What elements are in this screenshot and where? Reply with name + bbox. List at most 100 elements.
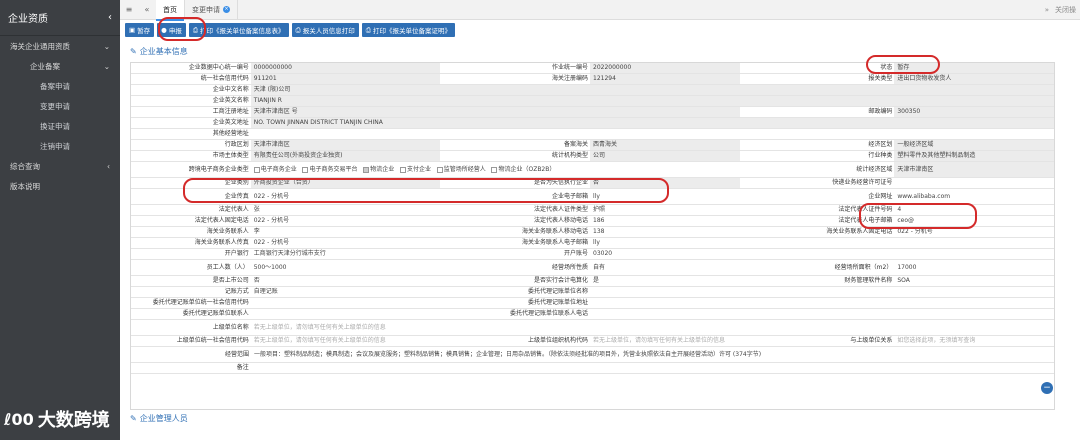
field-value[interactable]: 自理记账 — [251, 287, 441, 297]
field-placeholder[interactable]: 若无上级单位，请勿填写任何有关上级单位的信息 — [251, 320, 1054, 335]
field-value[interactable] — [251, 309, 441, 319]
field-label: 企业英文名称 — [212, 97, 249, 104]
sidebar-item-cancel-apply[interactable]: 注销申请 — [0, 136, 120, 156]
field-value[interactable]: 否 — [251, 276, 441, 286]
field-value[interactable]: lly — [590, 189, 740, 204]
field-value[interactable]: 03020 — [590, 249, 1054, 259]
field-value[interactable]: 022 - 分机号 — [251, 238, 441, 248]
print-filing-cert-button[interactable]: ⎙ 打印《报关单位备案证明》 — [361, 23, 455, 37]
back-icon[interactable]: « — [138, 5, 156, 14]
field-value[interactable]: SOA — [894, 276, 1054, 286]
field-value[interactable] — [251, 298, 441, 308]
tab-change-apply[interactable]: 变更申请 × — [185, 0, 238, 20]
field-value[interactable]: 天津市津南区 — [250, 140, 441, 150]
field-label: 法定代表人 — [218, 206, 249, 213]
print-personnel-button[interactable]: ⎙ 报关人员信息打印 — [291, 23, 359, 37]
field-value[interactable]: 300350 — [894, 107, 1054, 117]
field-value[interactable]: 138 — [590, 227, 740, 237]
close-tabs-label[interactable]: 关闭操 — [1055, 5, 1076, 15]
field-value[interactable]: 一般经济区域 — [894, 140, 1054, 150]
sidebar-item-version[interactable]: 版本说明 — [0, 176, 120, 196]
field-value[interactable]: 0000000000 — [250, 63, 441, 73]
field-value[interactable] — [251, 129, 1054, 139]
declare-button[interactable]: ● 申报 — [157, 23, 186, 37]
field-value[interactable]: 塑料零件及其他塑料制品制造 — [894, 151, 1054, 161]
field-value[interactable]: 2022000000 — [590, 63, 740, 73]
field-value[interactable]: 否 — [590, 178, 740, 188]
sidebar-item-renew-apply[interactable]: 换证申请 — [0, 116, 120, 136]
field-value[interactable]: 121294 — [590, 74, 740, 84]
field-value[interactable] — [590, 309, 1054, 319]
cbec-option[interactable]: 支付企业 — [399, 166, 431, 173]
sidebar-item-label: 海关企业通用资质 — [10, 41, 70, 51]
field-value[interactable]: 是 — [590, 276, 740, 286]
checkbox[interactable] — [302, 166, 309, 173]
cbec-option[interactable]: 电子商务企业 — [253, 166, 297, 173]
cbec-option[interactable]: 电子商务交易平台 — [302, 166, 358, 173]
collapse-icon[interactable]: − — [1041, 382, 1053, 394]
field-value[interactable]: 有限责任公司(外商投资企业独资) — [250, 151, 441, 161]
checkbox[interactable] — [399, 166, 406, 173]
form-row: 法定代表人固定电话 022 - 分机号 法定代表人移动电话 186 法定代表人电… — [131, 216, 1054, 227]
field-value[interactable]: NO. TOWN JINNAN DISTRICT TIANJIN CHINA — [250, 118, 1054, 128]
print-filing-info-button[interactable]: ⎙ 打印《报关单位备案信息表》 — [188, 23, 289, 37]
field-value[interactable]: 天津市津南区 — [894, 162, 1054, 177]
field-value[interactable]: 自有 — [590, 260, 740, 275]
field-value[interactable] — [590, 287, 1054, 297]
field-label: 市场主体类型 — [212, 152, 249, 159]
field-value[interactable]: 外商投资企业（合资） — [250, 178, 441, 188]
field-value[interactable]: 进出口货物收发货人 — [894, 74, 1054, 84]
field-value[interactable]: ceo@ — [894, 216, 1054, 226]
field-value[interactable]: 西青海关 — [590, 140, 740, 150]
remarks-field[interactable] — [251, 363, 1054, 373]
field-value[interactable]: 李 — [251, 227, 441, 237]
form-row: 海关业务联系人传真 022 - 分机号 海关业务联系人电子邮箱 lly — [131, 238, 1054, 249]
field-value[interactable]: 天津市津南区 号 — [250, 107, 740, 117]
field-value[interactable]: 天津 (限)公司 — [250, 85, 1054, 95]
field-value[interactable]: 186 — [590, 216, 740, 226]
sidebar-item-query[interactable]: 综合查询 ‹ — [0, 156, 120, 176]
menu-icon[interactable]: ≡ — [120, 5, 138, 14]
business-scope-field[interactable]: 一般项目：塑料制品制造；模具制造；会议及展览服务；塑料制品销售；模具销售；企业管… — [251, 347, 1041, 362]
sidebar-item-filing-apply[interactable]: 备案申请 — [0, 76, 120, 96]
website-field[interactable]: www.alibaba.com — [894, 189, 1054, 204]
checkbox[interactable] — [363, 166, 370, 173]
field-placeholder[interactable]: 若无上级单位，请勿填写任何有关上级单位的信息 — [251, 336, 441, 346]
field-value[interactable]: 911201 — [250, 74, 441, 84]
field-value[interactable] — [894, 178, 1054, 188]
sidebar-header[interactable]: 企业资质 ‹ — [0, 0, 120, 36]
field-value[interactable]: 护照 — [590, 205, 740, 215]
field-placeholder[interactable]: 若无上级单位，请勿填写任何有关上级单位的信息 — [590, 336, 740, 346]
field-value[interactable]: 500～1000 — [251, 260, 441, 275]
field-value[interactable]: 4 — [894, 205, 1054, 215]
sidebar-item-change-apply[interactable]: 变更申请 — [0, 96, 120, 116]
checkbox[interactable] — [253, 166, 260, 173]
field-value[interactable]: 022 - 分机号 — [894, 227, 1054, 237]
chevron-left-icon[interactable]: ‹ — [108, 12, 112, 23]
field-value[interactable]: 022 - 分机号 — [251, 189, 441, 204]
field-value[interactable]: lly — [590, 238, 1054, 248]
cbec-option[interactable]: 监管场所经营人 — [436, 166, 486, 173]
forward-icon[interactable]: » — [1045, 6, 1049, 14]
field-value[interactable]: 张 — [251, 205, 441, 215]
close-icon[interactable]: × — [223, 6, 230, 13]
field-value[interactable] — [590, 298, 1054, 308]
checkbox[interactable] — [436, 166, 443, 173]
field-label: 记账方式 — [224, 288, 249, 295]
save-draft-button[interactable]: ▣ 暂存 — [125, 23, 155, 37]
field-value[interactable]: 工商银行天津分行城市支行 — [251, 249, 441, 259]
sidebar-item-customs-qualification[interactable]: 海关企业通用资质 ⌄ — [0, 36, 120, 56]
cbec-type-options: 电子商务企业 电子商务交易平台 物流企业 支付企业 监管场所经营人 物流企业（O… — [251, 162, 740, 177]
cbec-option[interactable]: 物流企业（OZB2B） — [491, 166, 555, 173]
field-value[interactable]: 公司 — [590, 151, 740, 161]
field-value[interactable]: TIANJIN R — [250, 96, 1054, 106]
form-row: 委托代理记账单位统一社会信用代码 委托代理记账单位地址 — [131, 298, 1054, 309]
field-placeholder[interactable]: 如您选择此项，无须填写查询 — [894, 336, 1054, 346]
field-label: 法定代表人固定电话 — [194, 217, 249, 224]
field-value[interactable]: 022 - 分机号 — [251, 216, 441, 226]
cbec-option[interactable]: 物流企业 — [363, 166, 394, 173]
checkbox[interactable] — [491, 166, 498, 173]
field-value[interactable]: 17000 — [894, 260, 1054, 275]
tab-home[interactable]: 首页 — [156, 0, 185, 21]
sidebar-item-enterprise-filing[interactable]: 企业备案 ⌄ — [0, 56, 120, 76]
